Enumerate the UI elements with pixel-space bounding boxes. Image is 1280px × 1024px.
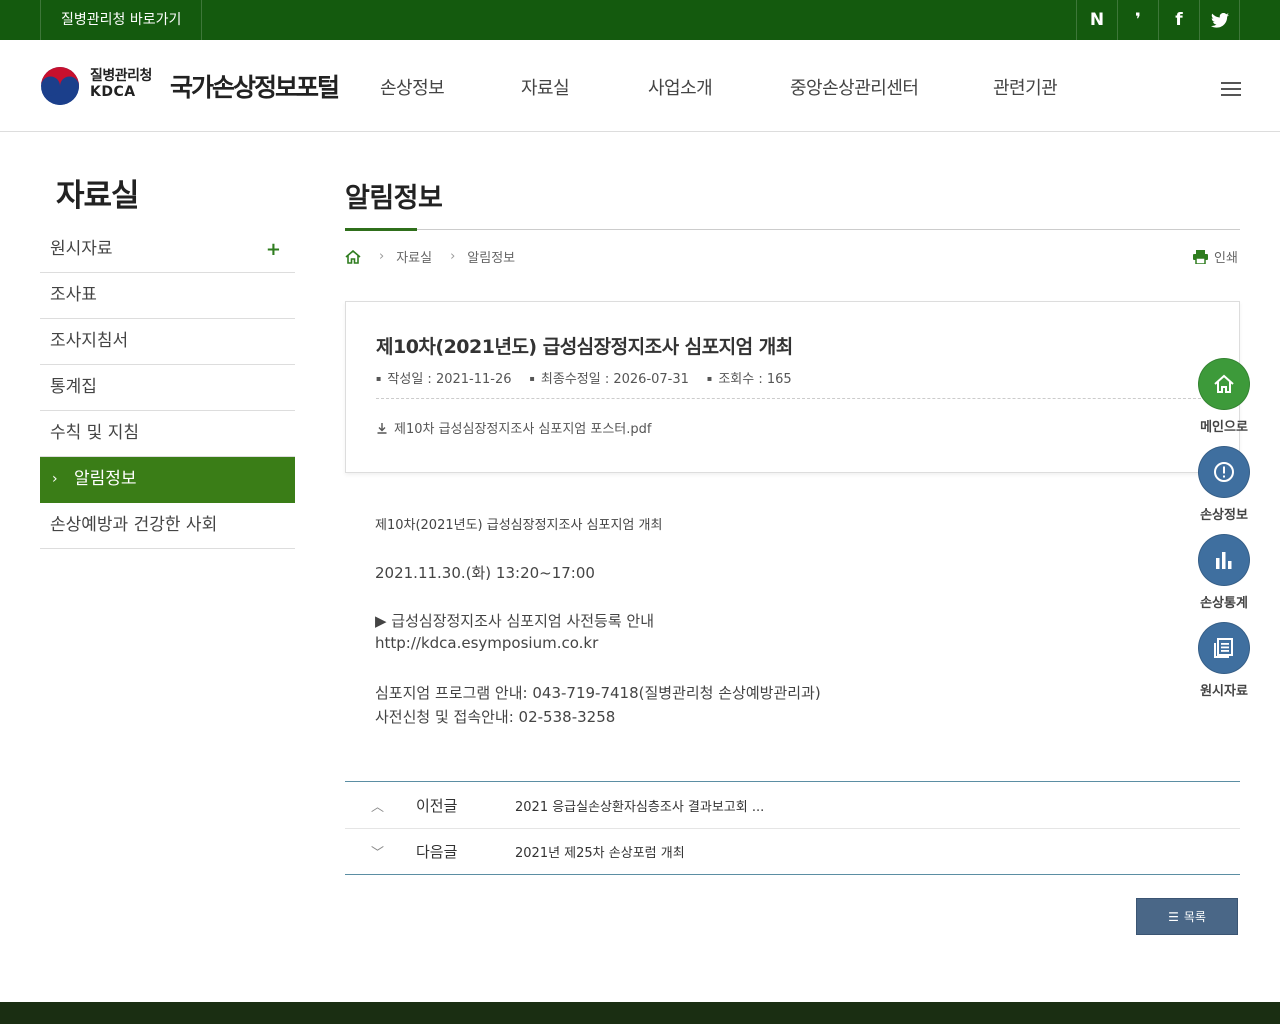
- gnb-item-related[interactable]: 관련기관: [993, 74, 1058, 100]
- print-label: 인쇄: [1214, 251, 1238, 266]
- sidebar-menu: 원시자료 + 조사표 조사지침서 통계집 수칙 및 지침 › 알림정보 손상예방…: [40, 227, 295, 549]
- title-divider-accent: [345, 228, 417, 231]
- sidebar-item-survey-guide[interactable]: 조사지침서: [40, 319, 295, 365]
- post-header-box: 제10차(2021년도) 급성심장정지조사 심포지엄 개최 작성일 : 2021…: [345, 301, 1240, 473]
- naver-post-icon[interactable]: ❜: [1117, 0, 1158, 40]
- title-divider: [345, 229, 1240, 230]
- quick-menu-raw-data[interactable]: 원시자료: [1197, 622, 1251, 699]
- naver-blog-icon[interactable]: N: [1076, 0, 1117, 40]
- sidebar-item-label: 통계집: [50, 377, 97, 397]
- post-view-count: 조회수 : 165: [707, 368, 791, 387]
- chevron-right-icon: ›: [379, 249, 385, 264]
- sidebar-item-label: 조사표: [50, 285, 97, 305]
- sidebar-item-statistics[interactable]: 통계집: [40, 365, 295, 411]
- sidebar-item-label: 원시자료: [50, 239, 113, 259]
- hamburger-menu-icon[interactable]: [1221, 82, 1241, 98]
- breadcrumb-archive[interactable]: 자료실: [396, 247, 432, 266]
- gnb-item-archive[interactable]: 자료실: [521, 74, 570, 100]
- quick-menu-injury-info[interactable]: 손상정보: [1197, 446, 1251, 523]
- quick-menu-label: 원시자료: [1200, 684, 1248, 699]
- org-name: 질병관리청: [90, 68, 152, 84]
- body-line: 사전신청 및 접속안내: 02-538-3258: [375, 708, 616, 726]
- document-icon[interactable]: [1198, 622, 1250, 674]
- kdca-shortcut-link[interactable]: 질병관리청 바로가기: [40, 0, 203, 40]
- quick-menu-label: 손상정보: [1200, 508, 1248, 523]
- attachment-link[interactable]: 제10차 급성심장정지조사 심포지엄 포스터.pdf: [376, 418, 651, 437]
- org-logo-text[interactable]: 질병관리청 KDCA: [90, 68, 152, 100]
- download-icon: [377, 422, 387, 434]
- post-modified-date: 최종수정일 : 2026-07-31: [530, 368, 689, 387]
- chevron-down-icon: ﹀: [371, 846, 385, 861]
- list-button[interactable]: ☰ 목록: [1136, 898, 1238, 935]
- taegeuk-logo-icon[interactable]: [40, 66, 80, 106]
- gnb-item-business[interactable]: 사업소개: [648, 74, 713, 100]
- body-line: 제10차(2021년도) 급성심장정지조사 심포지엄 개최: [375, 518, 663, 533]
- sns-links: N ❜ f: [1076, 0, 1240, 40]
- post-title: 제10차(2021년도) 급성심장정지조사 심포지엄 개최: [376, 336, 793, 358]
- body-line: 2021.11.30.(화) 13:20~17:00: [375, 564, 595, 582]
- org-name-en: KDCA: [90, 84, 136, 100]
- facebook-icon[interactable]: f: [1158, 0, 1199, 40]
- post-navigation: ︿ 이전글 2021 응급실손상환자심층조사 결과보고회 ... ﹀ 다음글 2…: [345, 781, 1240, 875]
- list-button-label: 목록: [1183, 910, 1206, 924]
- sidebar-item-label: 수칙 및 지침: [50, 423, 140, 443]
- post-meta: 작성일 : 2021-11-26 최종수정일 : 2026-07-31 조회수 …: [376, 368, 810, 387]
- gnb-item-injury-info[interactable]: 손상정보: [380, 74, 445, 100]
- page-title: 알림정보: [345, 183, 443, 214]
- prev-post-title[interactable]: 2021 응급실손상환자심층조사 결과보고회 ...: [515, 796, 764, 815]
- divider: [376, 398, 1211, 399]
- sidebar-item-questionnaire[interactable]: 조사표: [40, 273, 295, 319]
- portal-title[interactable]: 국가손상정보포털: [170, 68, 340, 104]
- sidebar-item-label: 손상예방과 건강한 사회: [50, 515, 218, 535]
- plus-icon[interactable]: +: [266, 227, 281, 272]
- bar-chart-icon[interactable]: [1198, 534, 1250, 586]
- quick-menu-home[interactable]: 메인으로: [1197, 358, 1251, 435]
- list-icon: ☰: [1168, 909, 1179, 924]
- top-utility-bar: 질병관리청 바로가기 N ❜ f: [0, 0, 1280, 40]
- chevron-right-icon: ›: [52, 471, 58, 487]
- next-post-label: 다음글: [416, 843, 458, 861]
- sidebar-item-notices[interactable]: › 알림정보: [40, 457, 295, 503]
- sidebar-item-raw-data[interactable]: 원시자료 +: [40, 227, 295, 273]
- chevron-right-icon: ›: [450, 249, 456, 264]
- print-button[interactable]: 인쇄: [1193, 247, 1238, 266]
- home-icon[interactable]: [345, 249, 361, 264]
- breadcrumb: › 자료실 › 알림정보: [345, 247, 515, 266]
- gnb-item-center[interactable]: 중앙손상관리센터: [790, 74, 919, 100]
- prev-post-label: 이전글: [416, 796, 458, 815]
- sidebar-item-guidelines[interactable]: 수칙 및 지침: [40, 411, 295, 457]
- post-created-date: 작성일 : 2021-11-26: [376, 368, 511, 387]
- quick-menu-label: 손상통계: [1200, 596, 1248, 611]
- quick-menu-injury-stats[interactable]: 손상통계: [1197, 534, 1251, 611]
- alert-icon[interactable]: [1198, 446, 1250, 498]
- attachment-filename: 제10차 급성심장정지조사 심포지엄 포스터.pdf: [394, 422, 652, 437]
- sidebar-item-healthy-society[interactable]: 손상예방과 건강한 사회: [40, 503, 295, 549]
- quick-menu-label: 메인으로: [1200, 420, 1248, 435]
- body-line: ▶ 급성심장정지조사 심포지엄 사전등록 안내: [375, 612, 655, 630]
- breadcrumb-notices[interactable]: 알림정보: [467, 247, 515, 266]
- next-post-row[interactable]: ﹀ 다음글 2021년 제25차 손상포럼 개최: [345, 828, 1240, 874]
- sidebar-title: 자료실: [56, 178, 140, 214]
- site-footer: [0, 1002, 1280, 1024]
- body-line: 심포지엄 프로그램 안내: 043-719-7418(질병관리청 손상예방관리과…: [375, 684, 821, 702]
- site-header: 질병관리청 KDCA 국가손상정보포털 손상정보 자료실 사업소개 중앙손상관리…: [0, 40, 1280, 132]
- sidebar-item-label: 알림정보: [74, 469, 137, 489]
- body-link[interactable]: http://kdca.esymposium.co.kr: [375, 634, 598, 652]
- printer-icon: [1193, 249, 1208, 264]
- chevron-up-icon: ︿: [371, 799, 385, 815]
- home-icon[interactable]: [1198, 358, 1250, 410]
- prev-post-row[interactable]: ︿ 이전글 2021 응급실손상환자심층조사 결과보고회 ...: [345, 782, 1240, 828]
- next-post-title[interactable]: 2021년 제25차 손상포럼 개최: [515, 842, 685, 861]
- twitter-icon[interactable]: [1199, 0, 1240, 40]
- sidebar-item-label: 조사지침서: [50, 331, 129, 351]
